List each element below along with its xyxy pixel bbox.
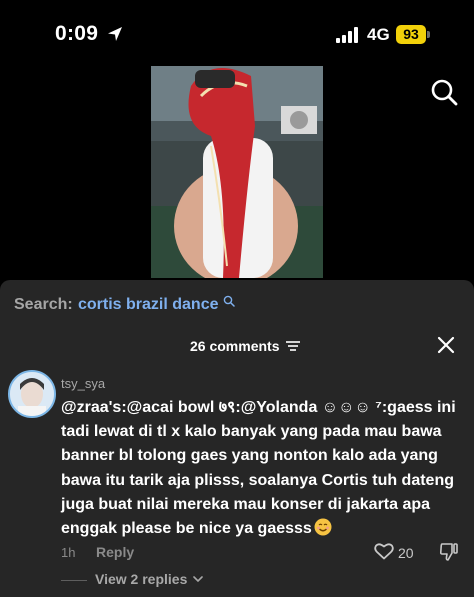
heart-icon[interactable] [374, 542, 394, 560]
comment-text: @zraa's:@acai bowl ७९:@Yolanda ☺☺☺ ⁷:gae… [61, 396, 461, 541]
thumbs-down-icon[interactable] [439, 542, 459, 562]
comments-count: 26 comments [190, 338, 280, 354]
comment-body: @zraa's:@acai bowl ७९:@Yolanda ☺☺☺ ⁷:gae… [61, 399, 456, 538]
video-player[interactable] [151, 66, 323, 278]
smiling-face-emoji-icon [314, 518, 332, 536]
comments-sheet: 26 comments tsy_sya @zraa's:@acai bowl ७… [0, 326, 474, 597]
video-frame-image [151, 66, 323, 278]
location-arrow-icon [108, 27, 122, 41]
reply-button[interactable]: Reply [96, 544, 134, 560]
battery-level: 93 [396, 25, 426, 44]
search-icon[interactable] [430, 78, 458, 106]
network-type: 4G [367, 25, 390, 44]
avatar[interactable] [8, 370, 56, 418]
replies-divider [61, 580, 87, 581]
search-icon [223, 295, 235, 307]
signal-bars-icon [336, 27, 358, 43]
avatar-image [10, 372, 54, 416]
comment-username[interactable]: tsy_sya [61, 376, 105, 391]
comment-timestamp: 1h [61, 545, 76, 560]
battery-icon [427, 31, 430, 38]
like-count: 20 [398, 545, 414, 561]
search-prefix-label: Search: [14, 296, 73, 313]
view-replies-button[interactable]: View 2 replies [95, 571, 187, 587]
status-time: 0:09 [55, 22, 99, 45]
chevron-down-icon[interactable] [193, 575, 203, 583]
search-suggestion-bar[interactable]: Search: cortis brazil dance [0, 280, 474, 326]
search-query-link[interactable]: cortis brazil dance [78, 296, 219, 314]
sort-icon[interactable] [286, 341, 300, 351]
close-icon[interactable] [437, 336, 455, 354]
status-bar: 0:09 4G 93 [0, 0, 474, 64]
